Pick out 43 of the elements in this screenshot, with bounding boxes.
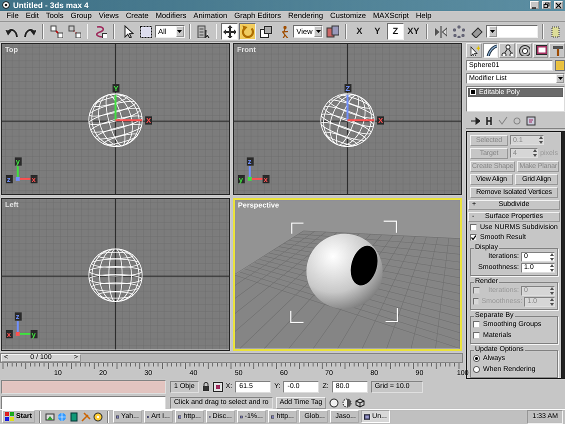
axis-constraint-button[interactable]: Y: [368, 22, 386, 40]
selection-set-dropdown[interactable]: [486, 24, 538, 38]
dropdown-arrow-icon: [558, 76, 562, 80]
window-title: Untitled - 3ds max 4: [13, 0, 90, 10]
restore-button[interactable]: [542, 1, 551, 10]
window-logo-icon: [5, 412, 14, 422]
restore-icon: [543, 2, 550, 9]
configure-icon[interactable]: [526, 116, 536, 126]
script-listener-field[interactable]: [1, 380, 166, 394]
dropdown-arrow-icon: [316, 30, 321, 33]
check-icon[interactable]: [498, 116, 508, 126]
dropdown-arrow-icon: [490, 30, 496, 33]
checkmark-icon: [471, 235, 476, 240]
wireframe-sphere-drawing: [320, 93, 375, 147]
spinner-arrows-icon: [550, 264, 554, 272]
half-sphere-icon[interactable]: [342, 398, 352, 408]
sphere-icon[interactable]: [329, 398, 340, 408]
spinner-arrows-icon: [550, 298, 554, 306]
book-icon[interactable]: [68, 412, 79, 422]
dropdown-arrow-icon: [177, 30, 182, 33]
wireframe-sphere-drawing: [88, 93, 143, 147]
axis-constraint-button[interactable]: X: [350, 22, 368, 40]
wireframe-sphere-drawing: [88, 248, 143, 302]
axis-constraint-button[interactable]: XY: [404, 22, 422, 40]
spinner-arrows-icon: [550, 286, 554, 295]
desktop-icon[interactable]: [44, 412, 55, 422]
cube-icon[interactable]: [355, 398, 366, 408]
spinner-arrows-icon: [550, 252, 554, 261]
checkbox[interactable]: [470, 234, 477, 242]
radio-button[interactable]: [473, 355, 480, 362]
disc-icon[interactable]: [92, 412, 103, 422]
axis-constraint-button[interactable]: Z: [386, 22, 404, 40]
absolute-mode-icon[interactable]: [212, 382, 223, 392]
close-icon: [555, 2, 562, 9]
window-icon: [364, 412, 370, 422]
close-button[interactable]: [554, 1, 563, 10]
app-icon: [2, 1, 10, 10]
spinner-arrows-icon: [539, 136, 543, 144]
lock-icon[interactable]: [202, 382, 210, 392]
object-color-swatch[interactable]: [555, 60, 565, 71]
radio-button[interactable]: [473, 366, 480, 374]
spinner-arrows-icon: [533, 149, 538, 158]
minimize-button[interactable]: [530, 1, 539, 10]
